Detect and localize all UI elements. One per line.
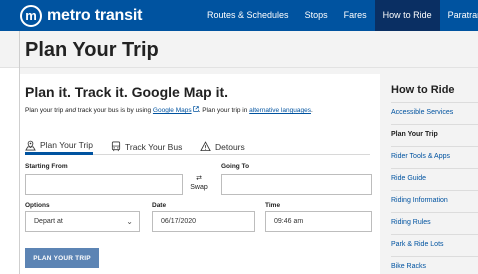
intro-part1: Plan your trip	[25, 107, 66, 114]
swap-label: Swap	[190, 184, 208, 191]
intro-part3: . Plan your trip in	[198, 107, 250, 114]
page-title-band: Plan Your Trip	[0, 31, 478, 68]
options-value: Depart at	[34, 218, 63, 225]
map-pin-icon	[25, 140, 36, 150]
intro-and: and	[65, 107, 76, 114]
plan-your-trip-button[interactable]: PLAN YOUR TRIP	[25, 248, 99, 268]
tab-track-your-bus[interactable]: Track Your Bus	[111, 138, 182, 155]
sidebar-item-rider-tools-apps[interactable]: Rider Tools & Apps	[391, 146, 478, 168]
starting-from-label: Starting From	[25, 163, 68, 170]
starting-from-input[interactable]	[25, 174, 183, 195]
swap-arrows-icon: ⇄	[196, 175, 202, 182]
sidebar-item-plan-your-trip[interactable]: Plan Your Trip	[391, 124, 478, 146]
sidebar: How to Ride Accessible Services Plan You…	[380, 74, 478, 274]
going-to-label: Going To	[221, 163, 250, 170]
time-label: Time	[265, 202, 281, 209]
nav-how-to-ride[interactable]: How to Ride	[374, 0, 440, 31]
date-input[interactable]: 06/17/2020	[152, 211, 255, 232]
intro-text: Plan your trip and track your bus is by …	[25, 106, 313, 114]
main-nav: Routes & Schedules Stops Fares How to Ri…	[199, 0, 478, 31]
sidebar-item-accessible-services[interactable]: Accessible Services	[391, 102, 478, 124]
nav-stops[interactable]: Stops	[297, 0, 336, 31]
sidebar-item-riding-rules[interactable]: Riding Rules	[391, 212, 478, 234]
trip-tabs: Plan Your Trip Track Your Bus Detours	[25, 138, 370, 155]
tab-label: Track Your Bus	[125, 141, 183, 152]
sidebar-item-bike-racks[interactable]: Bike Racks	[391, 256, 478, 274]
top-nav-bar: m metro transit Routes & Schedules Stops…	[0, 0, 478, 31]
tab-label: Detours	[215, 141, 245, 152]
swap-button[interactable]: ⇄ Swap	[187, 174, 211, 192]
chevron-down-icon: ⌄	[126, 217, 133, 226]
tab-plan-your-trip[interactable]: Plan Your Trip	[25, 138, 93, 155]
sidebar-title: How to Ride	[391, 84, 455, 96]
logo-badge: m	[20, 4, 42, 27]
nav-paratransit[interactable]: Paratrans	[440, 0, 478, 31]
metro-transit-logo[interactable]: m metro transit	[20, 4, 143, 27]
date-label: Date	[152, 202, 167, 209]
options-label: Options	[25, 202, 50, 209]
bus-icon	[111, 141, 121, 152]
sidebar-item-riding-information[interactable]: Riding Information	[391, 190, 478, 212]
nav-fares[interactable]: Fares	[336, 0, 375, 31]
alternative-languages-link[interactable]: alternative languages	[249, 107, 311, 114]
options-select[interactable]: Depart at ⌄	[25, 211, 140, 232]
going-to-input[interactable]	[221, 174, 372, 195]
section-headline: Plan it. Track it. Google Map it.	[25, 84, 229, 100]
tab-detours[interactable]: Detours	[200, 138, 245, 155]
sidebar-item-ride-guide[interactable]: Ride Guide	[391, 168, 478, 190]
nav-routes-schedules[interactable]: Routes & Schedules	[199, 0, 297, 31]
time-input[interactable]: 09:46 am	[265, 211, 372, 232]
sidebar-item-park-ride-lots[interactable]: Park & Ride Lots	[391, 234, 478, 256]
intro-part2: track your bus is by using	[75, 107, 153, 114]
warning-icon	[200, 141, 211, 152]
page-title: Plan Your Trip	[25, 39, 159, 61]
intro-part4: .	[310, 107, 313, 114]
logo-text: metro transit	[47, 6, 143, 24]
google-maps-link[interactable]: Google Maps	[153, 106, 199, 114]
tab-label: Plan Your Trip	[40, 140, 93, 150]
